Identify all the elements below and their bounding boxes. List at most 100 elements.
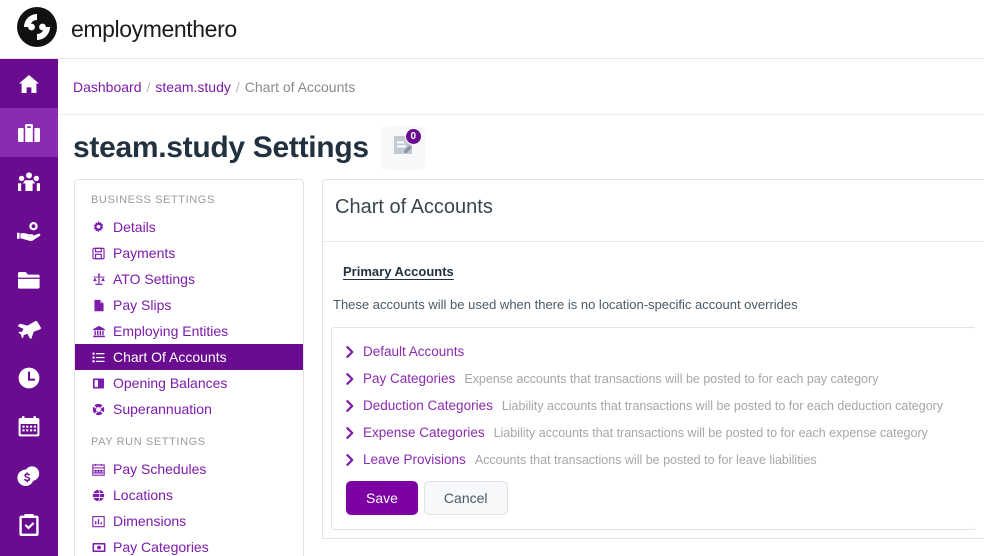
life-ring-icon (91, 403, 106, 416)
accordion-desc: Liability accounts that transactions wil… (493, 426, 928, 440)
accordion-label: Deduction Categories (363, 398, 493, 413)
brand-header: employmenthero (0, 0, 984, 59)
sidebar-item-label: ATO Settings (113, 271, 195, 287)
employment-hero-logo[interactable]: employmenthero (16, 6, 237, 53)
folder-icon (17, 270, 41, 290)
clipboard-check-icon (18, 513, 40, 537)
sidebar-item-pay-schedules[interactable]: Pay Schedules (75, 456, 303, 482)
chevron-right-icon (346, 454, 354, 469)
breadcrumb-separator: / (146, 78, 151, 95)
sidebar-item-ato-settings[interactable]: ATO Settings (75, 266, 303, 292)
page-root: employmenthero Dashboard / steam.study /… (0, 0, 984, 556)
breadcrumb-bar: Dashboard / steam.study / Chart of Accounts (58, 59, 984, 115)
cancel-button[interactable]: Cancel (423, 481, 508, 515)
tab-bar: Primary Accounts (323, 242, 984, 281)
sidebar-item-label: Pay Slips (113, 297, 172, 313)
rail-item-home[interactable] (0, 59, 58, 108)
sidebar-item-dimensions[interactable]: Dimensions (75, 508, 303, 534)
primary-nav-rail (0, 59, 58, 556)
settings-nav-card: BUSINESS SETTINGS Details Payments ATO S… (74, 179, 304, 556)
sidebar-item-pay-categories[interactable]: Pay Categories (75, 534, 303, 556)
page-header: steam.study Settings 0 (58, 116, 984, 179)
chevron-right-icon (346, 427, 354, 442)
panel-heading: Chart of Accounts (335, 196, 493, 218)
sidebar-item-locations[interactable]: Locations (75, 482, 303, 508)
accounts-accordion: Default Accounts Pay Categories Expense … (331, 327, 976, 530)
brand-wordmark: employmenthero (71, 16, 237, 43)
accordion-desc: Accounts that transactions will be poste… (474, 453, 817, 467)
calendar-icon (91, 463, 106, 476)
gear-icon (91, 220, 106, 234)
rail-item-pay[interactable] (0, 451, 58, 500)
rail-item-documents[interactable] (0, 255, 58, 304)
book-icon (91, 377, 106, 390)
save-button[interactable]: Save (346, 481, 418, 515)
users-group-icon (17, 171, 41, 193)
breadcrumb-separator: / (235, 78, 240, 95)
plane-icon (16, 318, 42, 340)
accordion-row-pay-categories[interactable]: Pay Categories Expense accounts that tra… (332, 365, 976, 392)
accordion-desc: Liability accounts that transactions wil… (501, 399, 944, 413)
accordion-label: Expense Categories (363, 425, 485, 440)
rail-item-calendar[interactable] (0, 402, 58, 451)
sidebar-item-label: Employing Entities (113, 323, 229, 339)
sidebar-item-label: Superannuation (113, 401, 212, 417)
rail-item-business[interactable] (0, 108, 58, 157)
balance-scale-icon (91, 272, 106, 286)
accordion-row-expense-categories[interactable]: Expense Categories Liability accounts th… (332, 419, 976, 446)
sidebar-item-opening-balances[interactable]: Opening Balances (75, 370, 303, 396)
sidebar-item-label: Opening Balances (113, 375, 228, 391)
sidebar-item-details[interactable]: Details (75, 214, 303, 240)
notes-button[interactable]: 0 (380, 125, 425, 170)
sidebar-item-label: Payments (113, 245, 176, 261)
page-title: steam.study Settings (73, 130, 369, 164)
sidebar-item-payments[interactable]: Payments (75, 240, 303, 266)
globe-icon (91, 489, 106, 502)
chevron-right-icon (346, 346, 354, 361)
sidebar-item-pay-slips[interactable]: Pay Slips (75, 292, 303, 318)
chart-bar-icon (91, 515, 106, 528)
brand-word-1: employment (71, 15, 193, 42)
accordion-row-leave-provisions[interactable]: Leave Provisions Accounts that transacti… (332, 446, 976, 473)
rail-item-benefits[interactable] (0, 206, 58, 255)
sidebar-item-label: Chart Of Accounts (113, 349, 227, 365)
brand-word-2: hero (192, 15, 237, 42)
home-icon (18, 74, 40, 94)
list-icon (91, 351, 106, 364)
accordion-row-default-accounts[interactable]: Default Accounts (332, 338, 976, 365)
tab-primary-accounts[interactable]: Primary Accounts (343, 264, 454, 279)
chevron-right-icon (346, 400, 354, 415)
form-actions: Save Cancel (332, 473, 976, 515)
coins-icon (16, 465, 42, 487)
hand-holding-money-icon (16, 221, 42, 241)
sidebar-item-chart-of-accounts[interactable]: Chart Of Accounts (75, 344, 303, 370)
accordion-desc: Expense accounts that transactions will … (464, 372, 879, 386)
accordion-label: Default Accounts (363, 344, 465, 359)
money-bill-icon (91, 542, 106, 553)
breadcrumb-item-dashboard[interactable]: Dashboard (73, 79, 142, 95)
breadcrumb: Dashboard / steam.study / Chart of Accounts (73, 79, 355, 95)
chevron-right-icon (346, 373, 354, 388)
notes-count-badge: 0 (404, 127, 422, 145)
eh-circle-logo-icon (16, 6, 58, 53)
breadcrumb-item-business[interactable]: steam.study (155, 79, 230, 95)
chart-of-accounts-panel: Chart of Accounts Primary Accounts These… (322, 179, 984, 539)
sidebar-item-superannuation[interactable]: Superannuation (75, 396, 303, 422)
breadcrumb-item-current: Chart of Accounts (244, 78, 356, 95)
rail-item-tasks[interactable] (0, 500, 58, 549)
file-icon (91, 299, 106, 312)
calendar-icon (17, 415, 41, 438)
nav-group-title-pay-run: PAY RUN SETTINGS (91, 436, 206, 448)
rail-item-people[interactable] (0, 157, 58, 206)
sidebar-item-label: Pay Categories (113, 539, 209, 555)
sidebar-item-label: Dimensions (113, 513, 187, 529)
sidebar-item-label: Details (113, 219, 156, 235)
rail-item-leave[interactable] (0, 304, 58, 353)
nav-group-title-business: BUSINESS SETTINGS (91, 194, 215, 206)
accordion-row-deduction-categories[interactable]: Deduction Categories Liability accounts … (332, 392, 976, 419)
sidebar-item-employing-entities[interactable]: Employing Entities (75, 318, 303, 344)
accordion-label: Leave Provisions (363, 452, 466, 467)
rail-item-timesheets[interactable] (0, 353, 58, 402)
clock-icon (17, 366, 41, 390)
panel-description: These accounts will be used when there i… (333, 297, 798, 312)
